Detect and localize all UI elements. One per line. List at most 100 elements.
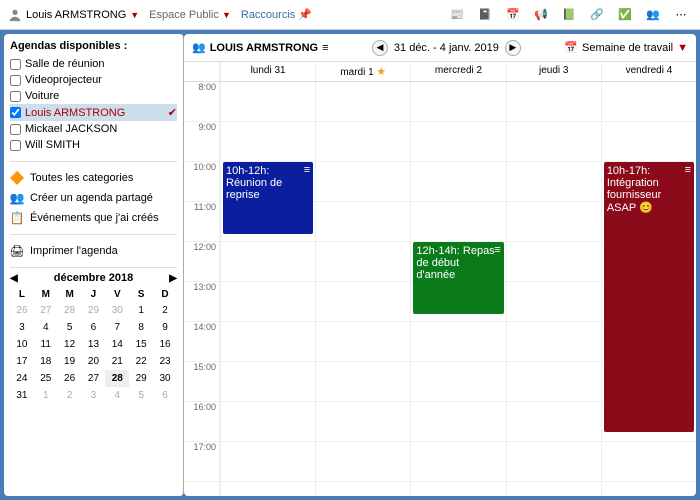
event-menu-icon[interactable]: ≡ — [494, 244, 500, 256]
minical-day[interactable]: 2 — [153, 302, 177, 319]
prev-week[interactable]: ◀ — [372, 40, 388, 56]
minical-day[interactable]: 23 — [153, 353, 177, 370]
news-icon[interactable]: 📰 — [446, 4, 468, 26]
minical-day[interactable]: 29 — [129, 370, 153, 387]
minical-day[interactable]: 18 — [34, 353, 58, 370]
minical-day[interactable]: 1 — [129, 302, 153, 319]
minical-day[interactable]: 15 — [129, 336, 153, 353]
view-selector[interactable]: 📅 Semaine de travail ▼ — [564, 41, 688, 54]
event-menu-icon[interactable]: ≡ — [304, 164, 310, 176]
calendar-event[interactable]: 10h-12h: Réunion de reprise≡ — [223, 162, 313, 234]
minical-day[interactable]: 9 — [153, 319, 177, 336]
print-agenda[interactable]: 🖨Imprimer l'agenda — [10, 241, 177, 261]
shortcuts-menu[interactable]: Raccourcis 📌 — [241, 8, 312, 21]
minical-day[interactable]: 1 — [34, 387, 58, 404]
create-shared[interactable]: 👥Créer un agenda partagé — [10, 188, 177, 208]
calendar-item[interactable]: Mickael JACKSON — [10, 121, 177, 137]
more-icon[interactable]: ⋯ — [670, 4, 692, 26]
minical-day[interactable]: 2 — [58, 387, 82, 404]
minical-day[interactable]: 21 — [105, 353, 129, 370]
minical-day[interactable]: 17 — [10, 353, 34, 370]
minical-day[interactable]: 24 — [10, 370, 34, 387]
minical-day[interactable]: 29 — [82, 302, 106, 319]
link-icon[interactable]: 🔗 — [586, 4, 608, 26]
minical-day[interactable]: 6 — [82, 319, 106, 336]
next-month[interactable]: ▶ — [169, 273, 177, 284]
minical-day[interactable]: 26 — [10, 302, 34, 319]
minical-day[interactable]: 11 — [34, 336, 58, 353]
pin-icon: 📌 — [298, 9, 312, 21]
all-categories[interactable]: 🔶Toutes les categories — [10, 168, 177, 188]
minical-day[interactable]: 5 — [58, 319, 82, 336]
tasks-icon[interactable]: ✅ — [614, 4, 636, 26]
minical-day[interactable]: 27 — [34, 302, 58, 319]
minical-day[interactable]: 25 — [34, 370, 58, 387]
day-column[interactable] — [315, 82, 410, 496]
calendar-checkbox[interactable] — [10, 140, 21, 151]
user-icon — [8, 8, 22, 22]
minical-day[interactable]: 16 — [153, 336, 177, 353]
categories-icon: 🔶 — [10, 171, 24, 185]
minical-day[interactable]: 6 — [153, 387, 177, 404]
calendar-icon[interactable]: 📅 — [502, 4, 524, 26]
minical-day[interactable]: 12 — [58, 336, 82, 353]
chevron-down-icon: ▼ — [130, 10, 139, 20]
minical-day[interactable]: 27 — [82, 370, 106, 387]
minical-day[interactable]: 8 — [129, 319, 153, 336]
day-column[interactable]: 12h-14h: Repas de début d'année≡ — [410, 82, 505, 496]
day-column[interactable]: 10h-17h: Intégration fournisseur ASAP 😊≡ — [601, 82, 696, 496]
minical-title: décembre 2018 — [54, 272, 134, 284]
owner-menu-icon[interactable]: ≡ — [322, 42, 328, 54]
prev-month[interactable]: ◀ — [10, 273, 18, 284]
calendar-item[interactable]: Louis ARMSTRONG✔ — [10, 104, 177, 121]
minical-day[interactable]: 3 — [82, 387, 106, 404]
minical-day[interactable]: 28 — [105, 370, 129, 387]
minical-day[interactable]: 30 — [153, 370, 177, 387]
chat-icon[interactable]: 👥 — [642, 4, 664, 26]
events-created[interactable]: 📋Événements que j'ai créés — [10, 208, 177, 228]
announce-icon[interactable]: 📢 — [530, 4, 552, 26]
chevron-down-icon: ▼ — [222, 10, 231, 20]
events-icon: 📋 — [10, 211, 24, 225]
sidebar-title: Agendas disponibles : — [10, 40, 177, 52]
day-header: vendredi 4 — [601, 62, 696, 81]
minical-day[interactable]: 20 — [82, 353, 106, 370]
minical-day[interactable]: 28 — [58, 302, 82, 319]
minical-day[interactable]: 19 — [58, 353, 82, 370]
minical-day[interactable]: 26 — [58, 370, 82, 387]
day-column[interactable]: 10h-12h: Réunion de reprise≡ — [220, 82, 315, 496]
minical-day[interactable]: 7 — [105, 319, 129, 336]
calendar-item[interactable]: Voiture — [10, 88, 177, 104]
calendar-event[interactable]: 10h-17h: Intégration fournisseur ASAP 😊≡ — [604, 162, 694, 432]
user-menu[interactable]: Louis ARMSTRONG ▼ — [8, 8, 139, 22]
calendar-item[interactable]: Will SMITH — [10, 137, 177, 153]
minical-day[interactable]: 14 — [105, 336, 129, 353]
book-icon[interactable]: 📓 — [474, 4, 496, 26]
calendar-checkbox[interactable] — [10, 91, 21, 102]
minical-day[interactable]: 5 — [129, 387, 153, 404]
minical-day[interactable]: 31 — [10, 387, 34, 404]
chevron-down-icon: ▼ — [677, 42, 688, 54]
calendar-event[interactable]: 12h-14h: Repas de début d'année≡ — [413, 242, 503, 314]
minical-day[interactable]: 10 — [10, 336, 34, 353]
calendar-item[interactable]: Videoprojecteur — [10, 72, 177, 88]
calendar-checkbox[interactable] — [10, 59, 21, 70]
event-menu-icon[interactable]: ≡ — [685, 164, 691, 176]
minical-day[interactable]: 22 — [129, 353, 153, 370]
owner-name: LOUIS ARMSTRONG — [210, 42, 318, 54]
day-header: mardi 1 ★ — [315, 62, 410, 81]
next-week[interactable]: ▶ — [505, 40, 521, 56]
calendar-checkbox[interactable] — [10, 107, 21, 118]
minical-day[interactable]: 4 — [105, 387, 129, 404]
calendar-item[interactable]: Salle de réunion — [10, 56, 177, 72]
calendar-checkbox[interactable] — [10, 124, 21, 135]
calendar-checkbox[interactable] — [10, 75, 21, 86]
contacts-icon[interactable]: 📗 — [558, 4, 580, 26]
minical-day[interactable]: 4 — [34, 319, 58, 336]
star-icon: ★ — [376, 66, 386, 78]
day-column[interactable] — [506, 82, 601, 496]
space-menu[interactable]: Espace Public ▼ — [149, 9, 231, 21]
minical-day[interactable]: 13 — [82, 336, 106, 353]
minical-day[interactable]: 3 — [10, 319, 34, 336]
minical-day[interactable]: 30 — [105, 302, 129, 319]
